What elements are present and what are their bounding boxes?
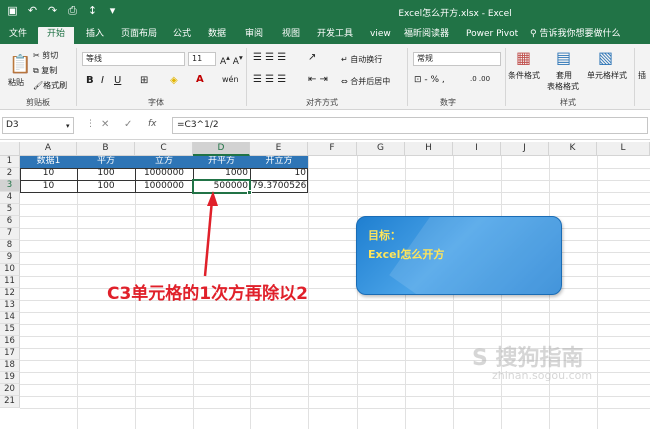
goal-label: 目标： xyxy=(368,229,401,242)
arrow-head xyxy=(207,191,218,206)
goal-text: Excel怎么开方 xyxy=(368,248,445,261)
watermark: S 搜狗指南 xyxy=(472,346,584,371)
goal-textbox: 目标： Excel怎么开方 xyxy=(356,216,562,295)
arrow-line xyxy=(203,199,214,277)
watermark-url: zhinan.sogou.com xyxy=(492,369,593,382)
annotation-text: C3单元格的1次方再除以2 xyxy=(107,284,308,304)
